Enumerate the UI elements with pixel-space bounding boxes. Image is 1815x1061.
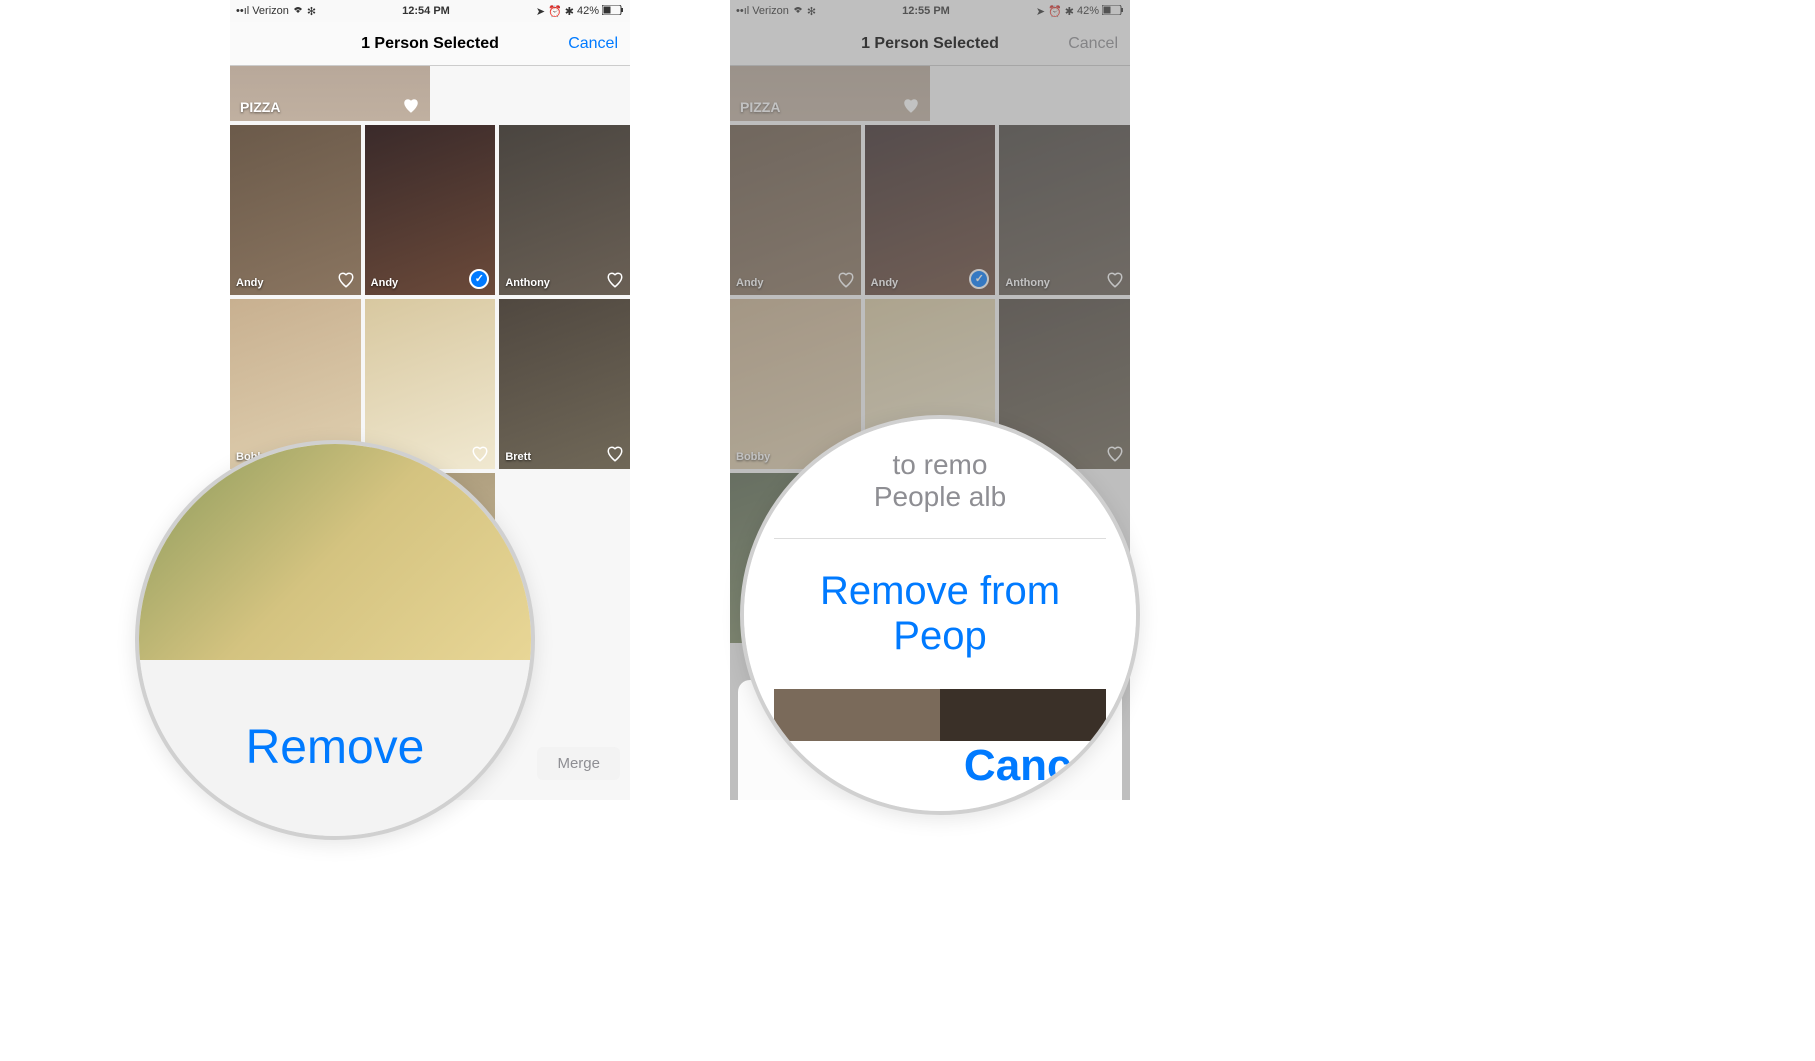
heart-outline-icon [837,271,855,289]
nav-bar: 1 Person Selected Cancel [230,22,630,66]
status-bar: ••ıl Verizon ✻ 12:55 PM ➤ ⏰ ✱ 42% [730,0,1130,22]
person-tile[interactable]: Andy [230,125,361,295]
zoom-toolbar: Remove [139,660,531,836]
person-tile: Anthony [999,125,1130,295]
tile-name: Anthony [505,277,606,289]
wifi-icon [792,5,804,18]
nav-title: 1 Person Selected [861,35,999,53]
person-tile[interactable]: Anthony [499,125,630,295]
signal-icon: ••ıl [236,5,249,17]
location-icon: ➤ [1036,5,1045,18]
carrier-label: Verizon [752,5,789,17]
signal-icon: ••ıl [736,5,749,17]
heart-outline-icon [1106,445,1124,463]
action-sheet-message: to remo People alb [774,439,1106,539]
loading-icon: ✻ [807,5,816,18]
loading-icon: ✻ [307,5,316,18]
tile-name: Andy [871,277,970,289]
location-icon: ➤ [536,5,545,18]
remove-from-people-button[interactable]: Remove from Peop [774,539,1106,689]
sheet-gap-image [774,689,1106,741]
battery-percent: 42% [577,5,599,17]
person-tile-selected: Andy [865,125,996,295]
pizza-tile[interactable]: PIZZA [230,66,430,121]
nav-bar: 1 Person Selected Cancel [730,22,1130,66]
pizza-label: PIZZA [240,99,280,115]
person-tile-selected[interactable]: Andy [365,125,496,295]
pizza-label: PIZZA [740,99,780,115]
tile-name: Brett [505,451,606,463]
remove-button[interactable]: Remove [246,720,425,775]
selected-check-icon [969,269,989,289]
alarm-icon: ⏰ [548,5,562,18]
person-tile[interactable] [365,299,496,469]
person-tile: Andy [730,125,861,295]
tile-name: Andy [236,277,337,289]
tile-name: Andy [736,277,837,289]
status-time: 12:55 PM [902,5,950,17]
bluetooth-icon: ✱ [565,5,574,18]
nav-title: 1 Person Selected [361,35,499,53]
wifi-icon [292,5,304,18]
heart-outline-icon[interactable] [606,271,624,289]
zoom-callout-right: to remo People alb Remove from Peop Canc… [740,415,1140,815]
status-bar: ••ıl Verizon ✻ 12:54 PM ➤ ⏰ ✱ 42% [230,0,630,22]
pizza-tile: PIZZA [730,66,930,121]
heart-outline-icon[interactable] [471,445,489,463]
cancel-button-disabled: Cancel [1068,35,1118,53]
status-time: 12:54 PM [402,5,450,17]
tile-name: Andy [371,277,470,289]
heart-outline-icon[interactable] [606,445,624,463]
alarm-icon: ⏰ [1048,5,1062,18]
heart-filled-icon [902,97,920,115]
zoom-callout-left: Remove [135,440,535,840]
tile-name: Anthony [1005,277,1106,289]
selected-check-icon [469,269,489,289]
heart-filled-icon[interactable] [402,97,420,115]
heart-outline-icon [1106,271,1124,289]
heart-outline-icon[interactable] [337,271,355,289]
carrier-label: Verizon [252,5,289,17]
battery-icon [1102,5,1124,18]
bluetooth-icon: ✱ [1065,5,1074,18]
person-tile[interactable]: Brett [499,299,630,469]
battery-percent: 42% [1077,5,1099,17]
cancel-button[interactable]: Cancel [568,35,618,53]
battery-icon [602,5,624,18]
merge-button[interactable]: Merge [537,747,620,780]
